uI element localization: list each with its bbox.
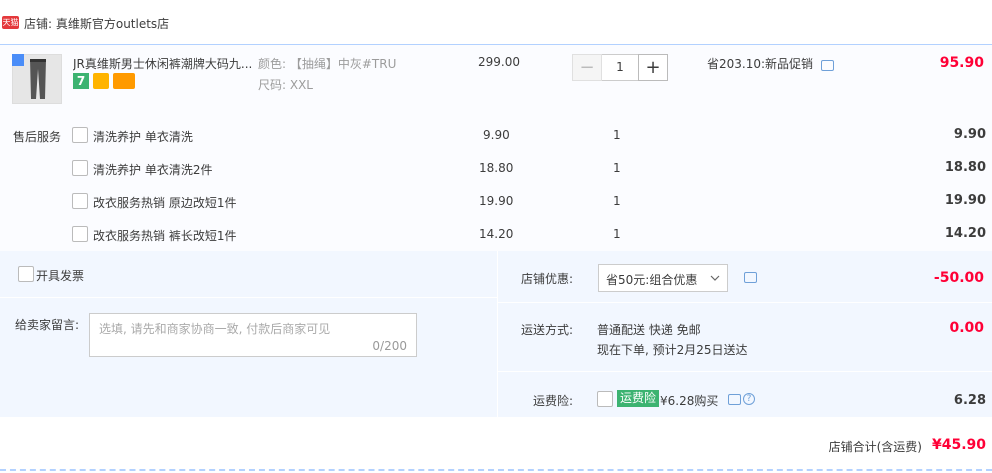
message-placeholder: 选填, 请先和商家协商一致, 付款后商家可见	[99, 322, 331, 336]
seven-day-return-badge: 7	[73, 73, 89, 89]
services-label: 售后服务	[13, 130, 62, 144]
quantity-plus-button[interactable]: +	[638, 54, 668, 81]
message-icon[interactable]	[821, 60, 834, 71]
discount-label: 店铺优惠:	[521, 272, 574, 286]
service-price: 14.20	[479, 227, 514, 241]
service-qty: 1	[613, 194, 621, 208]
item-subtotal: 95.90	[939, 55, 984, 71]
service-total: 9.90	[953, 127, 986, 142]
service-total: 14.20	[944, 226, 986, 241]
insurance-tag: 运费险	[617, 390, 660, 407]
shop-total-label: 店铺合计(含运费)	[828, 440, 922, 454]
unit-price: 299.00	[478, 55, 520, 69]
service-name: 改衣服务热销 原边改短1件	[93, 196, 237, 210]
pants-icon	[30, 59, 46, 99]
divider	[0, 297, 497, 298]
service-name: 清洗养护 单衣清洗2件	[93, 163, 213, 177]
service-total: 18.80	[944, 160, 986, 175]
chevron-down-icon	[710, 275, 720, 281]
service-price: 18.80	[479, 161, 514, 175]
shop-total-amount: ¥45.90	[931, 437, 986, 453]
phone-badge-icon	[93, 73, 109, 89]
message-counter: 0/200	[372, 339, 407, 353]
sku-color: 颜色: 【抽绳】中灰#TRU	[258, 57, 397, 71]
shop-name-link[interactable]: 店铺: 真维斯官方outlets店	[24, 15, 169, 32]
insurance-checkbox[interactable]	[597, 391, 613, 407]
shipping-eta: 现在下单, 预计2月25日送达	[597, 343, 748, 357]
service-qty: 1	[613, 161, 621, 175]
service-checkbox[interactable]	[72, 226, 88, 242]
divider	[498, 302, 992, 303]
discount-select[interactable]: 省50元:组合优惠	[598, 264, 728, 292]
message-icon[interactable]	[744, 272, 757, 283]
service-total: 19.90	[944, 193, 986, 208]
message-icon[interactable]	[728, 394, 741, 405]
invoice-checkbox[interactable]	[18, 266, 34, 282]
service-checkbox[interactable]	[72, 127, 88, 143]
insurance-amount: 6.28	[953, 393, 986, 408]
help-icon[interactable]: ?	[743, 393, 755, 405]
shipping-amount: 0.00	[949, 320, 984, 336]
sku-size: 尺码: XXL	[258, 78, 313, 92]
insurance-label: 运费险:	[533, 394, 574, 408]
insurance-price: ¥6.28购买	[660, 394, 719, 408]
service-checkbox[interactable]	[72, 193, 88, 209]
seller-message-textarea[interactable]: 选填, 请先和商家协商一致, 付款后商家可见 0/200	[89, 313, 417, 357]
discount-selected-value: 省50元:组合优惠	[606, 273, 698, 287]
discount-amount: -50.00	[933, 270, 984, 286]
service-price: 9.90	[483, 128, 510, 142]
select-item-checkbox[interactable]	[12, 54, 24, 66]
divider	[498, 371, 992, 372]
shipping-method: 普通配送 快递 免邮	[597, 323, 701, 337]
message-label: 给卖家留言:	[15, 318, 80, 332]
service-qty: 1	[613, 128, 621, 142]
quantity-minus-button[interactable]: −	[572, 54, 602, 81]
service-qty: 1	[613, 227, 621, 241]
shop-total-bar: 店铺合计(含运费) ¥45.90	[0, 417, 992, 471]
tmall-icon: 天猫	[2, 16, 19, 29]
card-badge-icon	[113, 73, 135, 89]
service-name: 清洗养护 单衣清洗	[93, 130, 193, 144]
item-block	[0, 44, 992, 251]
shipping-label: 运送方式:	[521, 323, 574, 337]
shop-header: 天猫 店铺: 真维斯官方outlets店	[0, 0, 992, 44]
product-title-link[interactable]: JR真维斯男士休闲裤潮牌大码九...	[73, 55, 253, 72]
quantity-input[interactable]: 1	[602, 54, 638, 81]
promo-text: 省203.10:新品促销	[707, 57, 814, 71]
service-price: 19.90	[479, 194, 514, 208]
service-checkbox[interactable]	[72, 160, 88, 176]
service-name: 改衣服务热销 裤长改短1件	[93, 229, 237, 243]
invoice-label: 开具发票	[36, 269, 85, 283]
